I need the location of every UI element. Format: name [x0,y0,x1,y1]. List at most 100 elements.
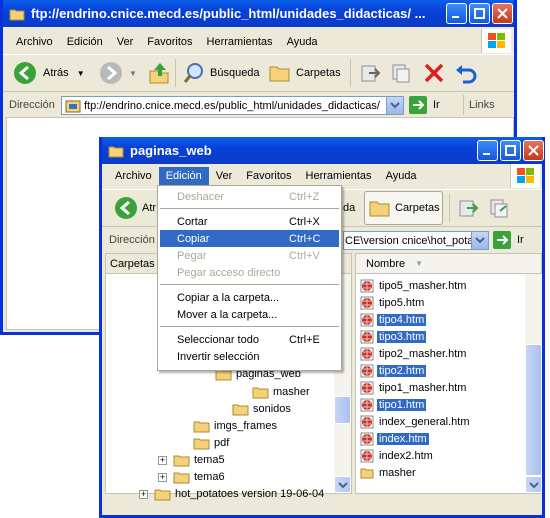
copy-to-button[interactable] [390,55,412,91]
tree-item-masher[interactable]: masher [252,384,310,400]
up-folder-button[interactable] [148,55,170,91]
menu-item-label: Seleccionar todo [177,333,259,346]
file-item[interactable]: index2.htm [360,448,435,464]
menu-ayuda[interactable]: Ayuda [280,33,325,51]
back-window-titlebar[interactable]: ftp://endrino.cnice.mecd.es/public_html/… [3,0,514,27]
tree-item-hot-potatoes[interactable]: + hot_potatoes version 19-06-04 [139,486,324,502]
scroll-down-button[interactable] [334,476,351,493]
move-to-button[interactable] [360,55,382,91]
back-arrow-icon [115,197,137,219]
html-file-icon [360,398,374,412]
html-file-icon [360,330,374,344]
front-window-titlebar[interactable]: paginas_web [102,137,542,164]
maximize-button[interactable] [500,140,521,161]
expand-icon[interactable]: + [139,489,148,499]
tree-item-tema5[interactable]: + tema5 [158,452,225,468]
file-item[interactable]: index_general.htm [360,414,472,430]
menu-separator [160,326,339,327]
file-item[interactable]: tipo1.htm [360,397,427,413]
forward-button[interactable]: ▼ [99,55,137,91]
forward-arrow-icon [100,62,122,84]
menu-item-mover-a-la-carpeta[interactable]: Mover a la carpeta... [160,306,339,323]
copy-to-icon [392,64,410,83]
maximize-button[interactable] [469,3,490,24]
scroll-thumb[interactable] [334,396,351,424]
chevron-down-icon[interactable] [471,232,488,249]
menu-archivo[interactable]: Archivo [108,167,159,185]
delete-button[interactable] [423,55,445,91]
copy-to-icon [490,199,508,218]
tree-item-tema6[interactable]: + tema6 [158,469,225,485]
copy-to-button[interactable] [488,190,510,226]
files-scrollbar[interactable] [525,274,542,493]
menu-item-copiar-a-la-carpeta[interactable]: Copiar a la carpeta... [160,289,339,306]
back-button[interactable]: Atrás [114,190,156,226]
close-button[interactable] [523,140,544,161]
tree-item-pdf[interactable]: pdf [193,435,229,451]
menu-herramientas[interactable]: Herramientas [200,33,280,51]
front-address-input[interactable]: CE\version cnice\hot_pota [343,231,489,250]
menu-item-pegar[interactable]: Pegar Ctrl+V [160,247,339,264]
search-button[interactable]: Búsqueda [183,55,260,91]
file-item[interactable]: tipo2_masher.htm [360,346,468,362]
menu-item-label: Mover a la carpeta... [177,308,278,321]
folder-icon [232,404,249,415]
menu-favoritos[interactable]: Favoritos [140,33,199,51]
file-item[interactable]: tipo3.htm [360,329,427,345]
chevron-down-icon[interactable] [386,97,403,114]
menu-item-deshacer[interactable]: Deshacer Ctrl+Z [160,188,339,205]
scroll-down-button[interactable] [525,476,542,493]
scroll-thumb[interactable] [525,344,542,476]
links-label[interactable]: Links [469,99,495,111]
file-item[interactable]: tipo1_masher.htm [360,380,468,396]
menu-item-invertir-seleccion[interactable]: Invertir selección [160,348,339,365]
folder-icon [173,472,190,483]
menu-item-label: Invertir selección [177,350,260,363]
menu-herramientas[interactable]: Herramientas [299,167,379,185]
menu-favoritos[interactable]: Favoritos [239,167,298,185]
folders-button[interactable]: Carpetas [364,191,443,225]
close-button[interactable] [492,3,513,24]
minimize-button[interactable] [446,3,467,24]
file-item[interactable]: index.htm [360,431,429,447]
tree-item-sonidos[interactable]: sonidos [232,401,291,417]
tree-item-imgs-frames[interactable]: imgs_frames [193,418,277,434]
go-arrow-icon [493,231,511,249]
move-to-icon [459,200,479,217]
go-button[interactable]: Ir [493,231,524,249]
file-item[interactable]: tipo2.htm [360,363,427,379]
minimize-button[interactable] [477,140,498,161]
file-item[interactable]: tipo4.htm [360,312,427,328]
menu-ayuda[interactable]: Ayuda [379,167,424,185]
menu-item-copiar[interactable]: Copiar Ctrl+C [160,230,339,247]
menu-item-seleccionar-todo[interactable]: Seleccionar todo Ctrl+E [160,331,339,348]
column-header-name[interactable]: Nombre [366,258,405,270]
file-name: masher [379,467,416,479]
file-item[interactable]: tipo5_masher.htm [360,278,468,294]
menu-edicion[interactable]: Edición [158,167,209,185]
html-file-icon [360,381,374,395]
back-button[interactable]: Atrás ▼ [13,55,85,91]
expand-icon[interactable]: + [158,455,167,465]
menu-item-cortar[interactable]: Cortar Ctrl+X [160,213,339,230]
menu-item-label: Pegar acceso directo [177,266,281,279]
undo-button[interactable] [454,55,478,91]
menu-ver[interactable]: Ver [110,33,141,51]
menu-archivo[interactable]: Archivo [9,33,60,51]
file-item[interactable]: masher [360,465,418,481]
menu-ver[interactable]: Ver [209,167,240,185]
file-item[interactable]: tipo5.htm [360,295,426,311]
menu-item-shortcut: Ctrl+Z [289,190,320,203]
go-button[interactable]: Ir [409,96,440,114]
expand-icon[interactable]: + [158,472,167,482]
move-to-icon [361,65,381,82]
move-to-button[interactable] [458,190,480,226]
back-address-input[interactable]: ftp://endrino.cnice.mecd.es/public_html/… [61,96,404,115]
folders-button[interactable]: Carpetas [269,55,341,91]
chevron-down-icon[interactable]: ▼ [77,69,85,78]
address-label: Dirección [9,99,55,111]
menu-edicion[interactable]: Edición [60,33,110,51]
edit-menu: Deshacer Ctrl+Z Cortar Ctrl+X Copiar Ctrl+C Pe… [157,185,342,371]
menu-item-pegar-acceso-directo[interactable]: Pegar acceso directo [160,264,339,281]
chevron-down-icon[interactable]: ▼ [129,69,137,78]
